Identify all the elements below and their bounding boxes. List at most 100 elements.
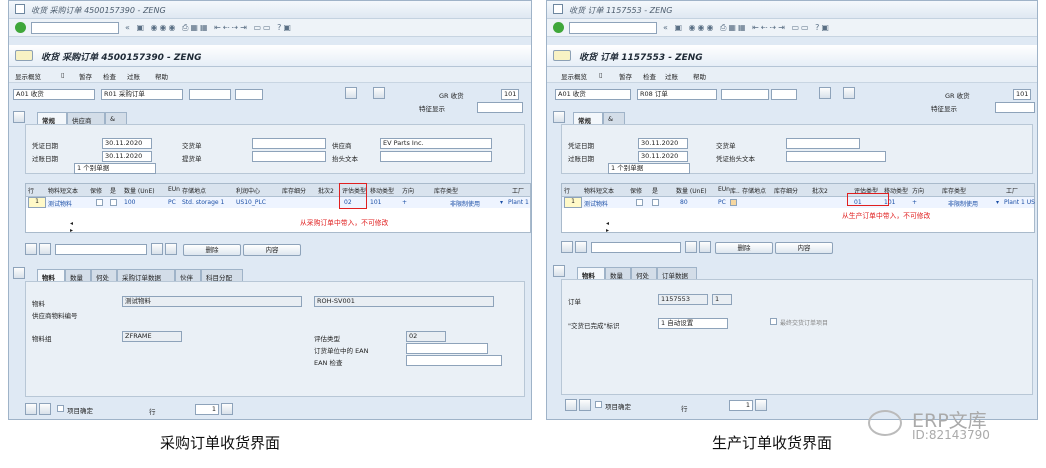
line-field[interactable]: 1 xyxy=(195,404,219,415)
tab-where[interactable]: 何处 xyxy=(631,267,657,280)
help-button[interactable]: 帮助 xyxy=(155,71,168,81)
enter-icon[interactable] xyxy=(553,22,564,33)
row-text[interactable]: 测试物料 xyxy=(584,199,608,208)
header-text-field[interactable] xyxy=(380,151,492,162)
row-line[interactable]: 1 xyxy=(28,197,46,208)
delivery-note-field[interactable] xyxy=(252,138,326,149)
tab-more[interactable]: & xyxy=(603,112,625,124)
command-field[interactable] xyxy=(31,22,119,34)
settings-icon[interactable] xyxy=(843,87,855,99)
toolbar-icons[interactable]: « ▣ ◉◉◉ ⎙▦▦ ⇤⇠⇢⇥ ▭▭ ?▣ xyxy=(663,23,831,33)
tab-partner[interactable]: 伙伴 xyxy=(175,269,201,282)
tab-general[interactable]: 常规 xyxy=(37,112,67,125)
refdoc-item[interactable] xyxy=(771,89,797,100)
post-date-field[interactable]: 30.11.2020 xyxy=(638,151,688,162)
up-icon[interactable] xyxy=(25,243,37,255)
tab-account[interactable]: 科目分配 xyxy=(201,269,243,282)
refdoc-item[interactable] xyxy=(235,89,263,100)
content-button[interactable]: 内容 xyxy=(243,244,301,256)
doc-icon[interactable]: ▯ xyxy=(61,71,65,79)
settings-icon[interactable] xyxy=(373,87,385,99)
doc-icon[interactable]: ▯ xyxy=(599,71,603,79)
find-next-icon[interactable] xyxy=(165,243,177,255)
action-select[interactable]: A01 收货 xyxy=(13,89,95,100)
tab-general[interactable]: 常规 xyxy=(573,112,603,125)
next-icon[interactable] xyxy=(579,399,591,411)
ean-field[interactable] xyxy=(406,343,488,354)
delivery-note-field[interactable] xyxy=(786,138,860,149)
row-warranty-check[interactable] xyxy=(636,199,643,206)
find-icon[interactable] xyxy=(151,243,163,255)
slip-select[interactable]: 1 个别单据 xyxy=(608,163,690,174)
tab-order-data[interactable]: 订单数据 xyxy=(657,267,697,280)
movement-type-field[interactable]: 101 xyxy=(1013,89,1031,100)
tab-vendor[interactable]: 供应商 xyxy=(67,112,105,125)
check-button[interactable]: 检查 xyxy=(103,71,116,81)
doc-date-field[interactable]: 30.11.2020 xyxy=(638,138,688,149)
scroll-arrows-icon[interactable]: ◂ ▸ xyxy=(70,220,77,234)
execute-icon[interactable] xyxy=(819,87,831,99)
tab-where[interactable]: 何处 xyxy=(91,269,117,282)
up-icon[interactable] xyxy=(561,241,573,253)
toolbar-icons[interactable]: « ▣ ◉◉◉ ⎙▦▦ ⇤⇠⇢⇥ ▭▭ ?▣ xyxy=(125,23,293,33)
final-delivery-select[interactable]: 1 自动设置 xyxy=(658,318,728,329)
table-row[interactable]: 1 测试物料 100 PC Std. storage 1 US10_PLC 02… xyxy=(26,197,530,208)
line-go-icon[interactable] xyxy=(221,403,233,415)
row-stocktype[interactable]: 非限制使用 xyxy=(948,199,978,208)
header-text-field[interactable] xyxy=(786,151,886,162)
refdoc-number[interactable] xyxy=(721,89,769,100)
next-icon[interactable] xyxy=(39,403,51,415)
scroll-arrows-icon[interactable]: ◂ ▸ xyxy=(606,220,613,234)
row-profit[interactable]: US10_PLC xyxy=(236,199,266,206)
row-qty[interactable]: 100 xyxy=(124,199,135,206)
post-button[interactable]: 过账 xyxy=(665,71,678,81)
final-delivery-checkbox[interactable] xyxy=(770,318,777,325)
row-eun[interactable]: PC xyxy=(718,199,726,206)
header-toggle-icon[interactable] xyxy=(553,111,565,123)
check-button[interactable]: 检查 xyxy=(643,71,656,81)
help-button[interactable]: 帮助 xyxy=(693,71,706,81)
detail-toggle-icon[interactable] xyxy=(553,265,565,277)
tab-quantity[interactable]: 数量 xyxy=(605,267,631,280)
item-ok-checkbox[interactable] xyxy=(595,401,602,408)
item-search-field[interactable] xyxy=(591,242,681,253)
prev-icon[interactable] xyxy=(565,399,577,411)
down-icon[interactable] xyxy=(39,243,51,255)
tab-more[interactable]: & xyxy=(105,112,127,124)
special-stock-select[interactable] xyxy=(995,102,1035,113)
content-button[interactable]: 内容 xyxy=(775,242,833,254)
row-qty[interactable]: 80 xyxy=(680,199,688,206)
find-icon[interactable] xyxy=(685,241,697,253)
doc-date-field[interactable]: 30.11.2020 xyxy=(102,138,152,149)
slip-select[interactable]: 1 个别单据 xyxy=(74,163,156,174)
movement-type-field[interactable]: 101 xyxy=(501,89,519,100)
delete-button[interactable]: 删除 xyxy=(183,244,241,256)
row-sloc[interactable]: Std. storage 1 xyxy=(182,199,224,206)
show-overview-button[interactable]: 显示概览 xyxy=(15,71,41,81)
row-ok-check[interactable] xyxy=(652,199,659,206)
line-field[interactable]: 1 xyxy=(729,400,753,411)
hold-button[interactable]: 暂存 xyxy=(619,71,632,81)
detail-toggle-icon[interactable] xyxy=(13,267,25,279)
refdoc-number[interactable] xyxy=(189,89,231,100)
enter-icon[interactable] xyxy=(15,22,26,33)
row-dropdown-icon[interactable]: ▾ xyxy=(500,199,503,206)
row-line[interactable]: 1 xyxy=(564,197,582,208)
row-eun[interactable]: PC xyxy=(168,199,176,206)
row-dropdown-icon[interactable]: ▾ xyxy=(996,199,999,206)
prev-icon[interactable] xyxy=(25,403,37,415)
find-next-icon[interactable] xyxy=(699,241,711,253)
bol-field[interactable] xyxy=(252,151,326,162)
row-ok-check[interactable] xyxy=(110,199,117,206)
execute-icon[interactable] xyxy=(345,87,357,99)
tab-material[interactable]: 物料 xyxy=(37,269,65,282)
command-field[interactable] xyxy=(569,22,657,34)
header-toggle-icon[interactable] xyxy=(13,111,25,123)
tab-po-data[interactable]: 采购订单数据 xyxy=(117,269,175,282)
line-go-icon[interactable] xyxy=(755,399,767,411)
row-stor-icon[interactable] xyxy=(730,199,737,206)
hold-button[interactable]: 暂存 xyxy=(79,71,92,81)
tab-quantity[interactable]: 数量 xyxy=(65,269,91,282)
ean-check-field[interactable] xyxy=(406,355,502,366)
down-icon[interactable] xyxy=(575,241,587,253)
